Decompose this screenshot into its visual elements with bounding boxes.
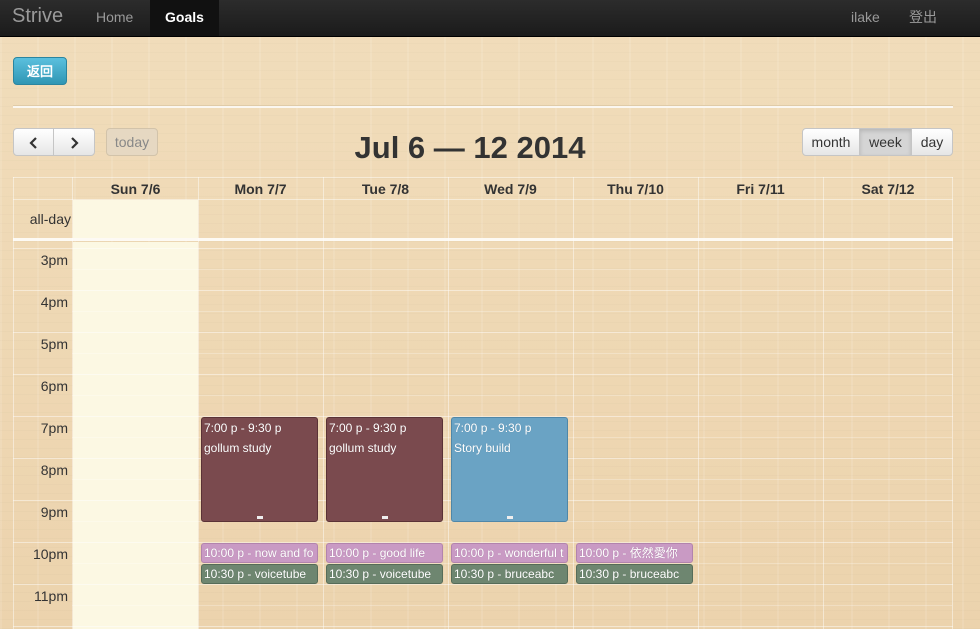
logout-link[interactable]: 登出 (909, 0, 937, 36)
time-label: 11pm (34, 588, 68, 604)
prev-button[interactable] (13, 128, 54, 156)
day-header-wed: Wed 7/9 (484, 181, 537, 197)
time-label: 5pm (40, 336, 68, 352)
nav-user[interactable]: ilake (851, 0, 880, 36)
event-block[interactable]: 10:30 p - voicetube (326, 564, 443, 584)
view-day-button[interactable]: day (911, 128, 953, 156)
resize-handle[interactable] (381, 516, 388, 519)
event-block[interactable]: 7:00 p - 9:30 p gollum study (326, 417, 443, 522)
today-button[interactable]: today (106, 128, 158, 156)
event-time: 7:00 p - 9:30 p (329, 421, 407, 435)
event-block[interactable]: 10:00 p - 依然愛你 (576, 543, 693, 563)
view-month-button[interactable]: month (802, 128, 860, 156)
next-button[interactable] (53, 128, 95, 156)
time-label: 8pm (40, 462, 68, 478)
event-block[interactable]: 10:00 p - good life (326, 543, 443, 563)
event-title: gollum study (329, 441, 397, 455)
allday-label: all-day (29, 211, 71, 227)
day-header-thu: Thu 7/10 (607, 181, 664, 197)
event-time: 7:00 p - 9:30 p (454, 421, 532, 435)
time-label: 3pm (40, 252, 68, 268)
time-label: 4pm (40, 294, 68, 310)
event-block[interactable]: 10:30 p - bruceabc (451, 564, 568, 584)
event-block[interactable]: 10:00 p - now and fo (201, 543, 318, 563)
chevron-left-icon (28, 137, 37, 149)
resize-handle[interactable] (506, 516, 513, 519)
day-header-mon: Mon 7/7 (234, 181, 287, 197)
today-allday-cell[interactable] (73, 200, 198, 238)
brand-logo[interactable]: Strive (12, 5, 63, 28)
event-block[interactable]: 7:00 p - 9:30 p Story build (451, 417, 568, 522)
today-column[interactable] (73, 242, 198, 629)
view-week-button[interactable]: week (859, 128, 912, 156)
calendar-title: Jul 6 — 12 2014 (354, 130, 586, 165)
day-header-tue: Tue 7/8 (361, 181, 410, 197)
event-block[interactable]: 10:30 p - voicetube (201, 564, 318, 584)
time-label: 7pm (40, 420, 68, 436)
back-button[interactable]: 返回 (13, 57, 67, 85)
event-block[interactable]: 10:30 p - bruceabc (576, 564, 693, 584)
resize-handle[interactable] (256, 516, 263, 519)
day-header-fri: Fri 7/11 (736, 181, 785, 197)
event-title: Story build (454, 441, 511, 455)
nav-goals[interactable]: Goals (150, 0, 219, 36)
time-label: 6pm (40, 378, 68, 394)
day-header-sat: Sat 7/12 (861, 181, 915, 197)
top-navbar: Strive Home Goals ilake 登出 (0, 0, 980, 37)
time-label: 9pm (40, 504, 68, 520)
event-title: gollum study (204, 441, 272, 455)
event-block[interactable]: 10:00 p - wonderful t (451, 543, 568, 563)
divider (13, 105, 953, 108)
event-time: 7:00 p - 9:30 p (204, 421, 282, 435)
time-label: 10pm (32, 546, 68, 562)
chevron-right-icon (71, 137, 79, 149)
nav-home[interactable]: Home (82, 0, 147, 36)
event-block[interactable]: 7:00 p - 9:30 p gollum study (201, 417, 318, 522)
day-header-sun: Sun 7/6 (110, 181, 161, 197)
